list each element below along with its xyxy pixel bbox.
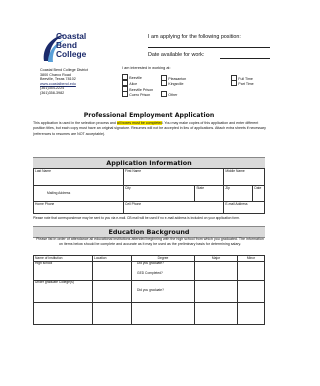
locations-label: I am interested in working at:: [122, 66, 171, 70]
undergrad-minor-cell[interactable]: [237, 279, 265, 303]
high-school-location-cell[interactable]: [92, 260, 132, 281]
logo-line-3: College: [56, 49, 87, 59]
date-available-label: Date available for work:: [148, 52, 205, 58]
ged-question: GED Completed?: [137, 271, 163, 276]
high-school-major-cell[interactable]: [194, 260, 238, 281]
education-table: Name of Institution Location Degree Majo…: [33, 255, 265, 325]
application-info-table: Last Name First Name Middle Name Mailing…: [32, 168, 265, 214]
graduate-question-2: Did you graduate?: [137, 288, 164, 293]
education-instructions: Please list in order of attendance all e…: [36, 237, 264, 246]
cell-phone-cell[interactable]: Cell Phone: [123, 201, 225, 214]
table-row[interactable]: [131, 301, 195, 325]
undergrad-location-cell[interactable]: [92, 279, 132, 303]
high-school-degree-cell[interactable]: Did you graduate? GED Completed?: [131, 260, 195, 281]
college-address: Coastal Bend College District 3800 Charc…: [40, 68, 120, 96]
college-logo-text: Coastal Bend College: [56, 32, 86, 59]
location-cuero-prison[interactable]: Cuero Prison: [122, 91, 150, 97]
state-cell[interactable]: State: [194, 185, 225, 202]
checkbox[interactable]: [122, 80, 128, 86]
high-school-cell[interactable]: High school: [33, 260, 93, 281]
date-available-input-line[interactable]: [220, 58, 270, 59]
undergrad-cell[interactable]: Under graduate College(s): [33, 279, 93, 303]
table-row[interactable]: [92, 301, 132, 325]
highlighted-requirement: all boxes must be completed: [116, 121, 163, 125]
checkbox[interactable]: [122, 91, 128, 97]
city-cell[interactable]: City: [123, 185, 196, 202]
first-name-cell[interactable]: First Name: [123, 168, 225, 186]
mailing-address-cell[interactable]: Mailing Address: [32, 185, 125, 202]
location-kingsville[interactable]: Kingsville: [161, 80, 183, 86]
date-cell[interactable]: Date: [252, 185, 265, 202]
middle-name-cell[interactable]: Middle Name: [223, 168, 265, 186]
zip-cell[interactable]: Zip: [223, 185, 254, 202]
email-notice: Please note that correspondence may be s…: [33, 216, 240, 220]
checkbox[interactable]: [161, 80, 167, 86]
checkbox[interactable]: [122, 74, 128, 80]
page-title: Professional Employment Application: [83, 112, 215, 119]
position-input-line[interactable]: [148, 47, 270, 48]
checkbox[interactable]: [231, 80, 237, 86]
undergrad-degree-cell[interactable]: Did you graduate?: [131, 279, 195, 303]
email-cell[interactable]: E-mail Address: [223, 201, 265, 214]
address-phone-2: (361)358-3982: [40, 90, 65, 95]
home-phone-cell[interactable]: Home Phone: [32, 201, 125, 214]
table-row[interactable]: [194, 301, 238, 325]
high-school-minor-cell[interactable]: [237, 260, 265, 281]
option-part-time[interactable]: Part Time: [231, 80, 254, 86]
location-other[interactable]: Other: [161, 91, 177, 97]
table-row[interactable]: [237, 301, 265, 325]
application-page: Coastal Bend College I am applying for t…: [0, 0, 298, 386]
undergrad-major-cell[interactable]: [194, 279, 238, 303]
last-name-cell[interactable]: Last Name: [32, 168, 125, 186]
checkbox[interactable]: [161, 91, 167, 97]
applying-label: I am applying for the following position…: [148, 34, 241, 40]
table-row[interactable]: [33, 301, 93, 325]
intro-paragraph: This application is used in the selectio…: [33, 121, 266, 136]
